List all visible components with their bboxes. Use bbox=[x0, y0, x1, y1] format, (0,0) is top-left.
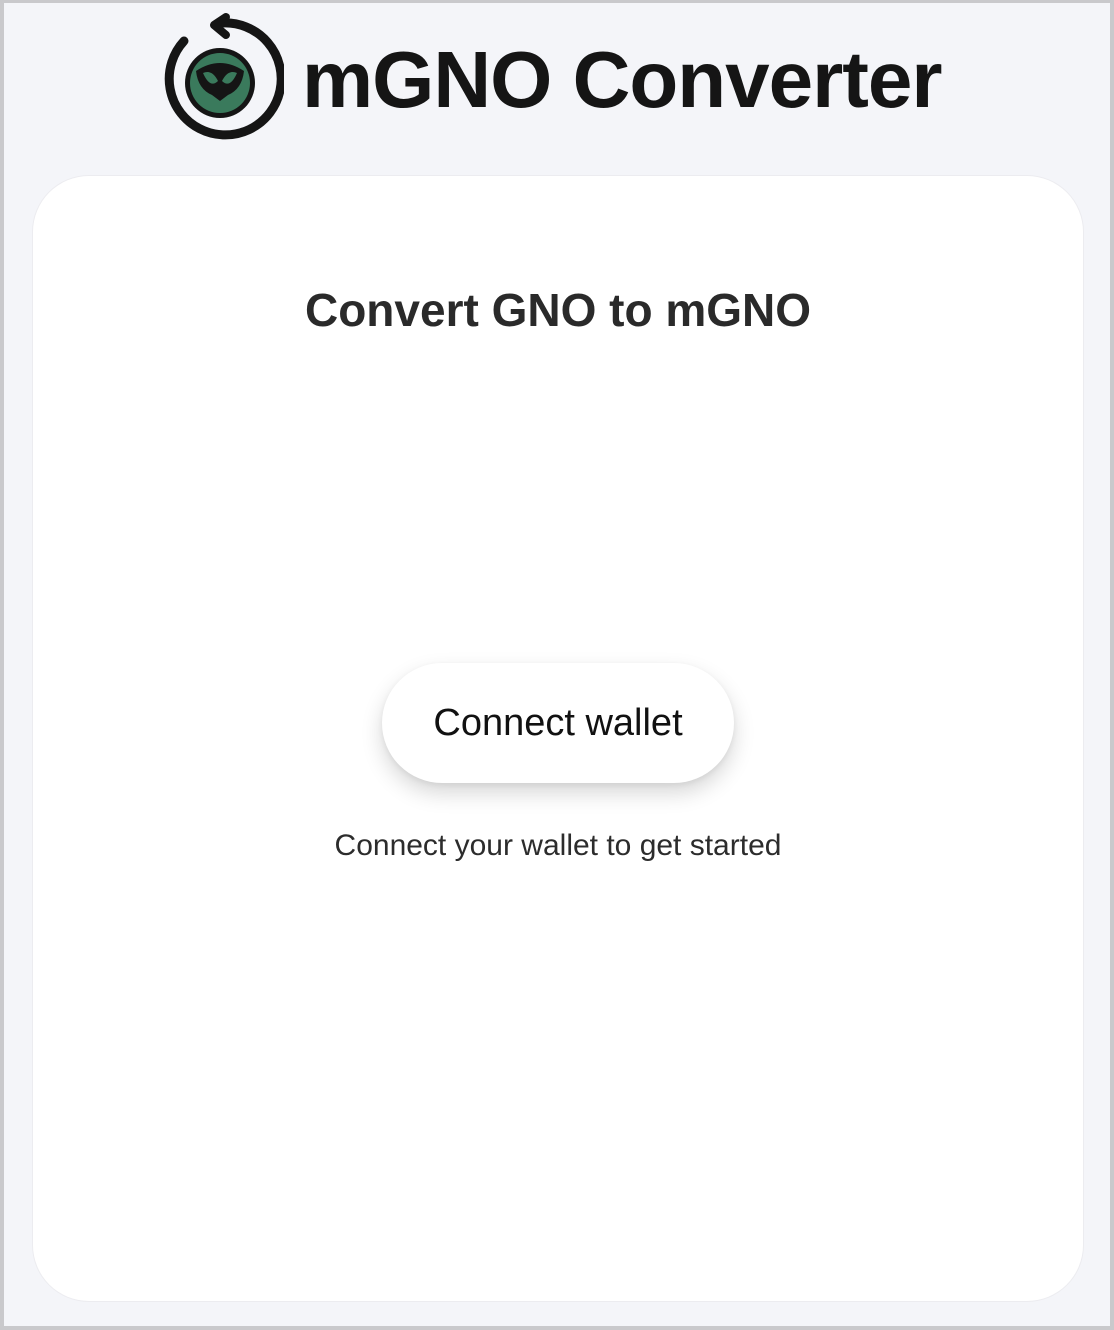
app-window: mGNO Converter Convert GNO to mGNO Conne… bbox=[0, 0, 1114, 1330]
app-header: mGNO Converter bbox=[4, 3, 1110, 173]
connect-hint-text: Connect your wallet to get started bbox=[334, 829, 782, 862]
app-title: mGNO Converter bbox=[302, 35, 942, 124]
converter-card: Convert GNO to mGNO Connect wallet Conne… bbox=[33, 176, 1083, 1301]
gnosis-owl-refresh-icon bbox=[164, 13, 284, 140]
card-title: Convert GNO to mGNO bbox=[304, 284, 812, 336]
connect-wallet-button[interactable]: Connect wallet bbox=[382, 663, 734, 783]
